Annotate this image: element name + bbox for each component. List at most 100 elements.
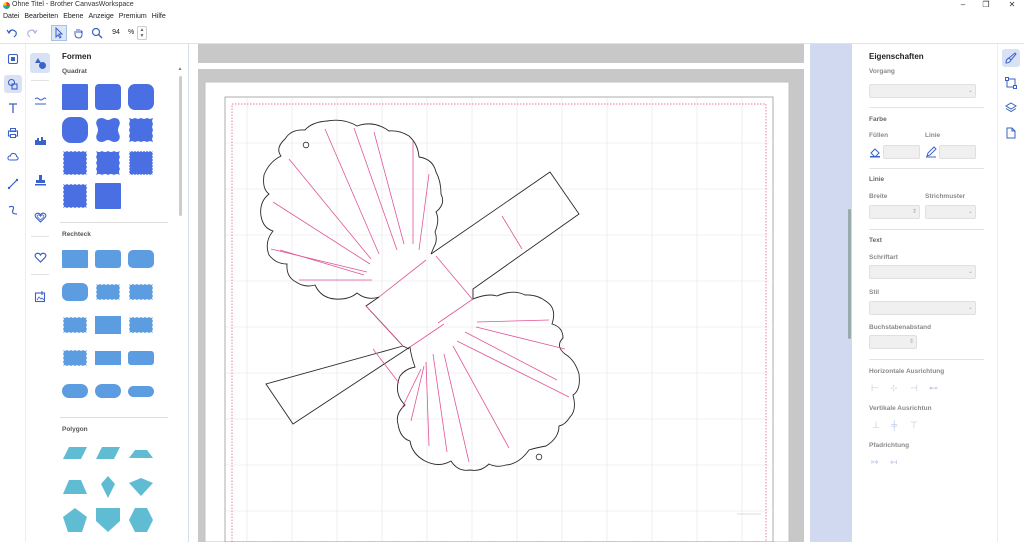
shape-square-soft[interactable] [62,117,88,143]
fill-label: Füllen [869,132,889,139]
shape-pentagon[interactable] [62,507,88,535]
sidebar-item-upload[interactable] [4,148,22,166]
category-borders[interactable] [30,91,50,111]
scroll-thumb[interactable] [179,76,182,216]
category-my-patterns[interactable] [30,286,50,306]
menu-datei[interactable]: Datei [3,11,19,22]
canvas-area[interactable] [188,44,811,543]
tab-document[interactable] [1002,124,1020,142]
line-color-box[interactable] [939,145,976,159]
shape-rect-narrow[interactable] [95,351,121,365]
shape-rect-wavy[interactable] [95,283,121,303]
shape-rect-stitched[interactable] [128,283,154,303]
shape-shield[interactable] [95,507,121,535]
shape-rect-rounded-large[interactable] [128,250,154,268]
tab-layers[interactable] [1002,99,1020,117]
close-button[interactable]: ✕ [1002,0,1022,9]
shape-kite[interactable] [100,475,116,501]
font-select[interactable]: ⌄ [869,265,976,279]
minimize-button[interactable]: – [953,0,973,9]
category-cityscape[interactable] [30,130,50,150]
tab-properties[interactable] [1002,49,1020,67]
dash-pattern-select[interactable]: ⌄ [925,205,976,219]
shape-square-scalloped[interactable] [95,150,121,178]
shape-square-wavy[interactable] [95,117,121,145]
shape-trapezoid[interactable] [62,479,88,497]
shape-rect-pill-thin[interactable] [128,386,154,397]
shape-rect-rounded[interactable] [95,250,121,268]
sidebar-item-scan[interactable] [4,124,22,142]
style-label: Stil [869,289,880,296]
shape-rect-plain[interactable] [95,316,121,334]
menu-premium[interactable]: Premium [119,11,147,22]
window-title: Ohne Titel - Brother CanvasWorkspace [12,1,134,8]
letter-spacing-stepper[interactable]: ⇕ [869,335,917,349]
align-justify-icon[interactable]: ⊷ [929,383,938,394]
shape-square[interactable] [62,84,88,110]
shape-rhombus[interactable] [128,477,154,499]
shape-square-stitched[interactable] [62,150,88,178]
shape-parallelogram[interactable] [62,446,88,462]
align-top-icon[interactable]: ⊤ [910,420,918,431]
vorgang-select[interactable]: ⌄ [869,84,976,98]
sidebar-item-text[interactable] [4,99,22,117]
line-width-stepper[interactable]: ⇕ [869,205,920,219]
restore-button[interactable]: ❐ [976,0,996,9]
menu-bearbeiten[interactable]: Bearbeiten [24,11,58,22]
shape-rect-pill-2[interactable] [95,384,121,398]
shape-rect-stitched-2[interactable] [62,349,88,369]
zoom-input[interactable]: 94 [108,26,124,40]
canvas-vertical-scrollbar[interactable] [810,44,852,542]
chevron-down-icon: ⌄ [967,305,973,311]
shape-hexagon[interactable] [128,507,154,535]
line-color-label: Linie [925,132,941,139]
menu-anzeige[interactable]: Anzeige [88,11,113,22]
align-bottom-icon[interactable]: ⊥ [872,420,880,431]
path-forward-icon[interactable]: ↦ [871,457,879,468]
style-select[interactable]: ⌄ [869,301,976,315]
shape-rect[interactable] [62,250,88,268]
shape-rect-pill[interactable] [62,384,88,398]
shape-rect-narrow-rounded[interactable] [128,351,154,365]
shape-square-rounded-large[interactable] [128,84,154,110]
menu-ebene[interactable]: Ebene [63,11,83,22]
redo-button[interactable] [24,25,40,41]
path-reverse-icon[interactable]: ↤ [890,457,898,468]
shape-rect-zigzag[interactable] [62,316,88,336]
align-center-icon[interactable]: ⊹ [890,383,898,394]
scroll-up-icon[interactable]: ▲ [177,66,183,72]
select-tool-button[interactable] [51,25,67,41]
sidebar-item-shapes[interactable] [4,75,22,93]
sidebar-item-freehand[interactable] [4,201,22,219]
zoom-stepper[interactable]: ▲ ▼ [137,26,147,40]
shape-rect-soft[interactable] [62,283,88,301]
align-right-icon[interactable]: ⊣ [910,383,918,394]
shape-square-rounded[interactable] [95,84,121,110]
align-middle-icon[interactable]: ╪ [891,420,897,430]
shape-rect-pinked[interactable] [128,316,154,336]
right-tool-sidebar [997,44,1024,542]
align-left-icon[interactable]: ⊢ [871,383,879,394]
fill-color-box[interactable] [883,145,920,159]
add-image-icon [34,290,45,302]
category-hearts[interactable] [30,247,50,267]
menu-hilfe[interactable]: Hilfe [152,11,166,22]
shape-square-zigzag[interactable] [128,117,154,145]
hand-tool-button[interactable] [70,25,86,41]
shapes-scrollbar[interactable]: ▲ [177,66,183,542]
sidebar-item-templates[interactable] [4,50,22,68]
undo-button[interactable] [4,25,20,41]
category-stamps[interactable] [30,170,50,190]
shape-square-pinked[interactable] [128,150,154,178]
shape-parallelogram-2[interactable] [95,446,121,462]
design-canvas[interactable] [189,44,811,543]
sidebar-item-line[interactable] [4,175,22,193]
category-basic-shapes[interactable] [30,53,50,73]
shape-trapezoid-flat[interactable] [128,449,154,461]
shape-square-plain[interactable] [95,183,121,209]
zoom-tool-button[interactable] [89,25,105,41]
tab-transform[interactable] [1002,74,1020,92]
shape-square-dotted-edge[interactable] [62,183,88,211]
category-decorative-hearts[interactable] [30,207,50,227]
canvas-scroll-thumb[interactable] [848,209,851,339]
